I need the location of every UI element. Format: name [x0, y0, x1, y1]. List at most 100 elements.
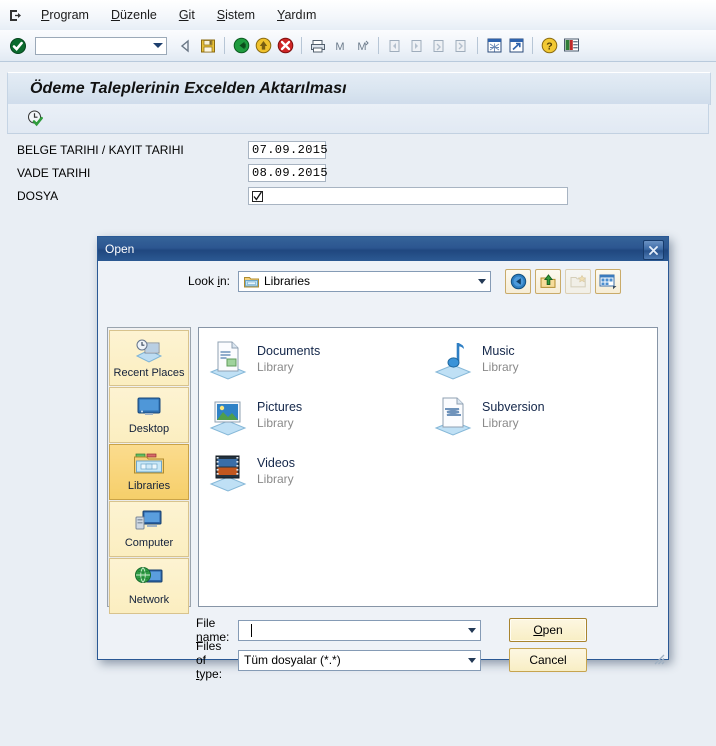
- first-page-icon[interactable]: [384, 35, 406, 57]
- save-icon[interactable]: [197, 35, 219, 57]
- place-network[interactable]: Network: [109, 558, 189, 614]
- look-in-row: Look in: Libraries: [98, 268, 668, 294]
- new-session-icon[interactable]: [483, 35, 505, 57]
- videos-library-icon: [207, 451, 249, 496]
- list-item[interactable]: Pictures Library: [203, 391, 428, 447]
- previous-page-icon[interactable]: [406, 35, 428, 57]
- next-page-icon[interactable]: [428, 35, 450, 57]
- menu-bar: Program Düzenle Git Sistem Yardım: [0, 0, 716, 31]
- libraries-folder-icon: [244, 275, 259, 288]
- find-icon[interactable]: M: [329, 35, 351, 57]
- command-field[interactable]: [35, 36, 167, 55]
- input-dosya[interactable]: [248, 187, 568, 205]
- chevron-down-icon[interactable]: [473, 272, 490, 291]
- create-shortcut-icon[interactable]: [505, 35, 527, 57]
- find-next-icon[interactable]: M: [351, 35, 373, 57]
- toolbar-separator: [301, 37, 302, 54]
- subversion-library-icon: [432, 395, 474, 440]
- selection-screen-form: BELGE TARIHI / KAYIT TARIHI 07.09.2015 V…: [0, 140, 716, 209]
- open-button-label: pen: [542, 623, 563, 637]
- file-list-pane[interactable]: Documents Library Music Library Pictures…: [198, 327, 658, 607]
- menu-item-git[interactable]: Git: [168, 6, 206, 24]
- help-icon[interactable]: ?: [538, 35, 560, 57]
- menu-item-yardim-label: ardım: [284, 8, 317, 22]
- open-file-dialog: Open Look in: Libraries Recent Places De…: [97, 236, 669, 681]
- menu-item-duzenle[interactable]: Düzenle: [100, 6, 168, 24]
- text-cursor: [251, 623, 252, 637]
- files-of-type-label-static: Files of type:: [196, 639, 223, 681]
- list-item[interactable]: Documents Library: [203, 335, 428, 391]
- place-recent-places[interactable]: Recent Places: [109, 330, 189, 386]
- chevron-down-icon[interactable]: [463, 651, 480, 670]
- svg-text:?: ?: [546, 40, 552, 52]
- application-toolbar: [7, 104, 709, 134]
- back-button[interactable]: [505, 268, 531, 294]
- enter-check-icon[interactable]: [7, 35, 29, 57]
- menu-item-sistem[interactable]: Sistem: [206, 6, 266, 24]
- svg-text:M: M: [335, 41, 344, 53]
- place-libraries[interactable]: Libraries: [109, 444, 189, 500]
- resize-grip[interactable]: [651, 651, 665, 665]
- customize-layout-icon[interactable]: [560, 35, 582, 57]
- cancel-red-icon[interactable]: [274, 35, 296, 57]
- main-toolbar: M M ?: [0, 30, 716, 62]
- back-green-icon[interactable]: [230, 35, 252, 57]
- last-page-icon[interactable]: [450, 35, 472, 57]
- list-item[interactable]: Subversion Library: [428, 391, 653, 447]
- list-item[interactable]: Music Library: [428, 335, 653, 391]
- back-triangle-icon[interactable]: [175, 35, 197, 57]
- input-vade-tarihi[interactable]: 08.09.2015: [248, 164, 329, 182]
- label-vade-tarihi: VADE TARIHI: [17, 166, 91, 180]
- views-button[interactable]: [595, 268, 621, 294]
- input-vade-tarihi-value: 08.09.2015: [252, 166, 329, 180]
- dialog-title-bar[interactable]: Open: [98, 237, 668, 261]
- print-icon[interactable]: [307, 35, 329, 57]
- file-name-label: Pictures: [257, 400, 303, 414]
- new-folder-button: [565, 268, 591, 294]
- checkbox-check-icon: [252, 190, 263, 202]
- menu-item-program-label: rogram: [49, 8, 89, 22]
- place-desktop[interactable]: Desktop: [109, 387, 189, 443]
- file-sub-label: Library: [257, 472, 294, 486]
- input-belge-tarihi[interactable]: 07.09.2015: [248, 141, 329, 159]
- form-row-vade-tarihi: VADE TARIHI 08.09.2015: [0, 163, 716, 183]
- menu-item-yardim[interactable]: Yardım: [266, 6, 327, 24]
- file-sub-label: Library: [482, 360, 519, 374]
- svg-text:M: M: [357, 41, 366, 53]
- toolbar-separator: [477, 37, 478, 54]
- close-icon[interactable]: [643, 240, 664, 260]
- place-recent-places-label: Recent Places: [113, 367, 185, 379]
- label-dosya: DOSYA: [17, 189, 59, 203]
- recent-places-icon: [134, 337, 164, 366]
- files-of-type-combo[interactable]: Tüm dosyalar (*.*): [238, 649, 481, 671]
- up-one-level-button[interactable]: [535, 268, 561, 294]
- menu-item-git-label: it: [188, 8, 195, 22]
- input-belge-tarihi-value: 07.09.2015: [252, 143, 329, 157]
- chevron-down-icon[interactable]: [463, 621, 480, 640]
- file-name-input[interactable]: [238, 619, 481, 641]
- page-title: Ödeme Taleplerinin Excelden Aktarılması: [30, 80, 347, 97]
- open-button[interactable]: Open: [509, 618, 587, 642]
- exit-yellow-icon[interactable]: [252, 35, 274, 57]
- menu-item-program[interactable]: Program: [30, 6, 100, 24]
- place-network-label: Network: [128, 594, 170, 606]
- look-in-combo[interactable]: Libraries: [238, 270, 491, 292]
- menu-item-sistem-label: istem: [225, 8, 256, 22]
- label-belge-tarihi: BELGE TARIHI / KAYIT TARIHI: [17, 143, 184, 157]
- cancel-button-label: Cancel: [529, 653, 567, 667]
- execute-clock-icon[interactable]: [24, 108, 46, 130]
- documents-library-icon: [207, 339, 249, 384]
- system-menu-icon[interactable]: [0, 8, 30, 23]
- toolbar-separator: [378, 37, 379, 54]
- form-row-dosya: DOSYA: [0, 186, 716, 206]
- chevron-down-icon[interactable]: [153, 43, 163, 48]
- list-item[interactable]: Videos Library: [203, 447, 428, 503]
- computer-icon: [134, 509, 164, 536]
- place-computer[interactable]: Computer: [109, 501, 189, 557]
- place-desktop-label: Desktop: [128, 423, 170, 435]
- menu-item-duzenle-label: üzenle: [119, 8, 157, 22]
- toolbar-separator: [224, 37, 225, 54]
- files-of-type-row: Files of type: Tüm dosyalar (*.*) Cancel: [98, 639, 668, 681]
- cancel-button[interactable]: Cancel: [509, 648, 587, 672]
- files-of-type-value: Tüm dosyalar (*.*): [244, 653, 341, 667]
